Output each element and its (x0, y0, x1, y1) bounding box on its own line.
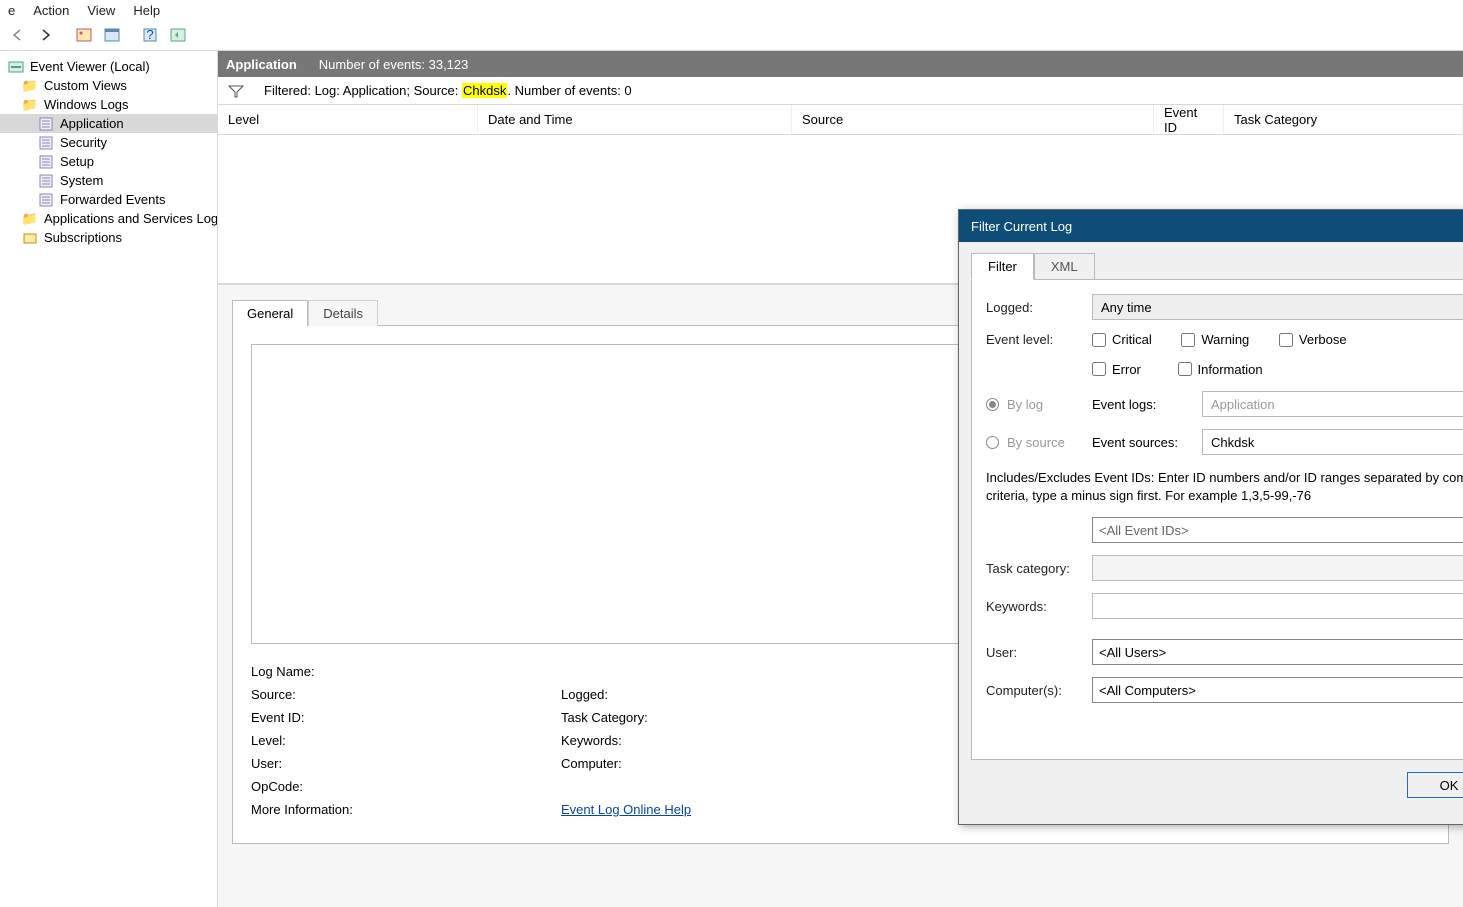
prop-taskcat: Task Category: (561, 710, 871, 725)
tree-forwarded[interactable]: Forwarded Events (0, 190, 217, 209)
prop-logged: Logged: (561, 687, 871, 702)
col-eventid[interactable]: Event ID (1154, 105, 1224, 134)
eventsources-dropdown[interactable]: Chkdsk ▾ (1202, 429, 1463, 455)
warning-checkbox[interactable]: Warning (1181, 332, 1249, 347)
filter-bar: Filtered: Log: Application; Source: Chkd… (218, 77, 1463, 105)
eventlevel-label: Event level: (986, 332, 1082, 347)
eventids-input[interactable] (1092, 517, 1463, 543)
col-datetime[interactable]: Date and Time (478, 105, 792, 134)
prop-user: User: (251, 756, 561, 771)
bylog-radio[interactable] (986, 398, 999, 411)
user-label: User: (986, 645, 1082, 660)
dialog-tab-xml[interactable]: XML (1034, 253, 1095, 280)
dialog-title: Filter Current Log (971, 219, 1072, 234)
computers-input[interactable] (1092, 677, 1463, 703)
folder-icon: 📁 (22, 79, 38, 93)
tree-custom-views[interactable]: 📁 Custom Views (0, 76, 217, 95)
forward-button[interactable] (34, 24, 58, 46)
column-headers[interactable]: Level Date and Time Source Event ID Task… (218, 105, 1463, 135)
eventlogs-dropdown[interactable]: Application ▾ (1202, 391, 1463, 417)
tree-security[interactable]: Security (0, 133, 217, 152)
menu-help[interactable]: Help (133, 3, 160, 18)
logged-dropdown[interactable]: Any time▾ (1092, 294, 1463, 320)
tree-application[interactable]: Application (0, 114, 217, 133)
subscriptions-icon (22, 231, 38, 245)
main-header: Application Number of events: 33,123 (218, 51, 1463, 77)
prop-moreinfo: More Information: (251, 802, 561, 817)
error-checkbox[interactable]: Error (1092, 362, 1141, 377)
folder-icon: 📁 (22, 98, 38, 112)
tree-setup[interactable]: Setup (0, 152, 217, 171)
prop-keywords: Keywords: (561, 733, 871, 748)
eventsources-label: Event sources: (1092, 435, 1192, 450)
col-level[interactable]: Level (218, 105, 478, 134)
taskcategory-dropdown[interactable]: ▾ (1092, 555, 1463, 581)
filter-text: Filtered: Log: Application; Source: Chkd… (264, 83, 632, 98)
header-count: Number of events: 33,123 (319, 57, 469, 72)
log-icon (38, 174, 54, 188)
tree-system[interactable]: System (0, 171, 217, 190)
critical-checkbox[interactable]: Critical (1092, 332, 1152, 347)
dialog-tab-filter[interactable]: Filter (971, 253, 1034, 280)
ok-button[interactable]: OK (1407, 772, 1463, 798)
tree-apps-services[interactable]: 📁 Applications and Services Log (0, 209, 217, 228)
taskcategory-label: Task category: (986, 561, 1082, 576)
information-checkbox[interactable]: Information (1178, 362, 1263, 377)
filter-icon (228, 84, 244, 98)
navigation-tree[interactable]: Event Viewer (Local) 📁 Custom Views 📁 Wi… (0, 51, 218, 907)
menu-view[interactable]: View (87, 3, 115, 18)
keywords-dropdown[interactable]: ▾ (1092, 593, 1463, 619)
menu-file[interactable]: e (8, 3, 15, 18)
log-icon (38, 117, 54, 131)
svg-text:?: ? (146, 28, 153, 42)
help-button[interactable]: ? (138, 24, 162, 46)
tree-root[interactable]: Event Viewer (Local) (0, 57, 217, 76)
prop-computer: Computer: (561, 756, 871, 771)
log-icon (38, 193, 54, 207)
user-input[interactable] (1092, 639, 1463, 665)
log-icon (38, 136, 54, 150)
tab-details[interactable]: Details (308, 300, 378, 326)
verbose-checkbox[interactable]: Verbose (1279, 332, 1347, 347)
back-button[interactable] (6, 24, 30, 46)
prop-source: Source: (251, 687, 561, 702)
prop-logname: Log Name: (251, 664, 561, 679)
tree-subscriptions[interactable]: Subscriptions (0, 228, 217, 247)
filter-dialog: Filter Current Log ✕ Filter XML Logged: … (958, 209, 1463, 825)
col-source[interactable]: Source (792, 105, 1154, 134)
prop-level: Level: (251, 733, 561, 748)
computers-label: Computer(s): (986, 683, 1082, 698)
log-icon (38, 155, 54, 169)
refresh-button[interactable] (166, 24, 190, 46)
prop-eventid: Event ID: (251, 710, 561, 725)
tree-windows-logs[interactable]: 📁 Windows Logs (0, 95, 217, 114)
properties-button[interactable] (100, 24, 124, 46)
tab-general[interactable]: General (232, 300, 308, 326)
includes-help-text: Includes/Excludes Event IDs: Enter ID nu… (986, 469, 1463, 505)
bysource-radio[interactable] (986, 436, 999, 449)
show-hide-button[interactable] (72, 24, 96, 46)
eventviewer-icon (8, 60, 24, 74)
menu-action[interactable]: Action (33, 3, 69, 18)
prop-opcode: OpCode: (251, 779, 561, 794)
eventlogs-label: Event logs: (1092, 397, 1192, 412)
logged-label: Logged: (986, 300, 1082, 315)
folder-icon: 📁 (22, 212, 38, 226)
keywords-label: Keywords: (986, 599, 1082, 614)
header-title: Application (226, 57, 297, 72)
help-link[interactable]: Event Log Online Help (561, 802, 691, 817)
col-taskcategory[interactable]: Task Category (1224, 105, 1463, 134)
